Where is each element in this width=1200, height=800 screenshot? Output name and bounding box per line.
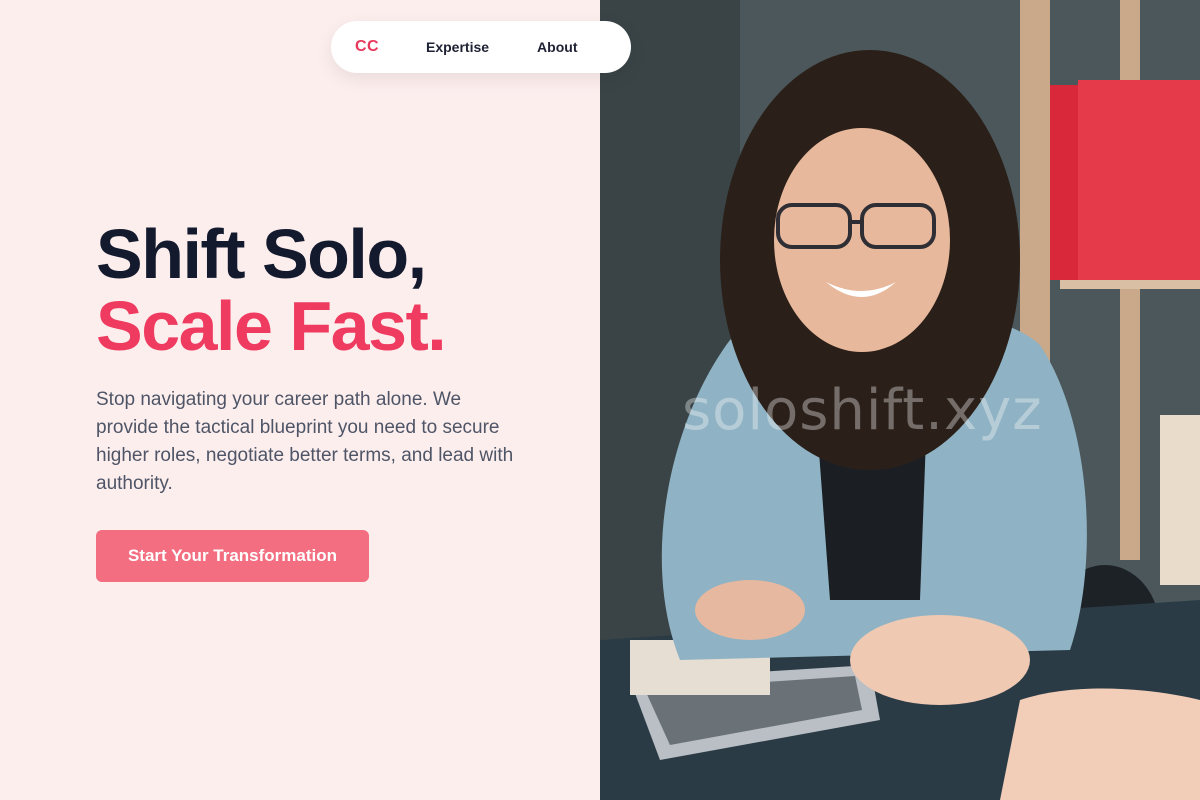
headline-line-1: Shift Solo, — [96, 215, 427, 293]
hero-headline: Shift Solo, Scale Fast. — [96, 215, 447, 365]
top-nav: CC Expertise About — [331, 21, 631, 73]
brand-logo[interactable]: CC — [355, 38, 426, 56]
nav-link-about[interactable]: About — [537, 39, 577, 55]
photo-watermark: soloshift.xyz — [682, 378, 1043, 443]
hero-description: Stop navigating your career path alone. … — [96, 389, 514, 494]
hero-photo: soloshift.xyz — [600, 0, 1200, 800]
hero-left-pane: Shift Solo, Scale Fast. Stop navigating … — [0, 0, 600, 800]
nav-link-expertise[interactable]: Expertise — [426, 39, 489, 55]
start-transformation-button[interactable]: Start Your Transformation — [96, 530, 369, 582]
headline-line-2: Scale Fast. — [96, 287, 447, 365]
